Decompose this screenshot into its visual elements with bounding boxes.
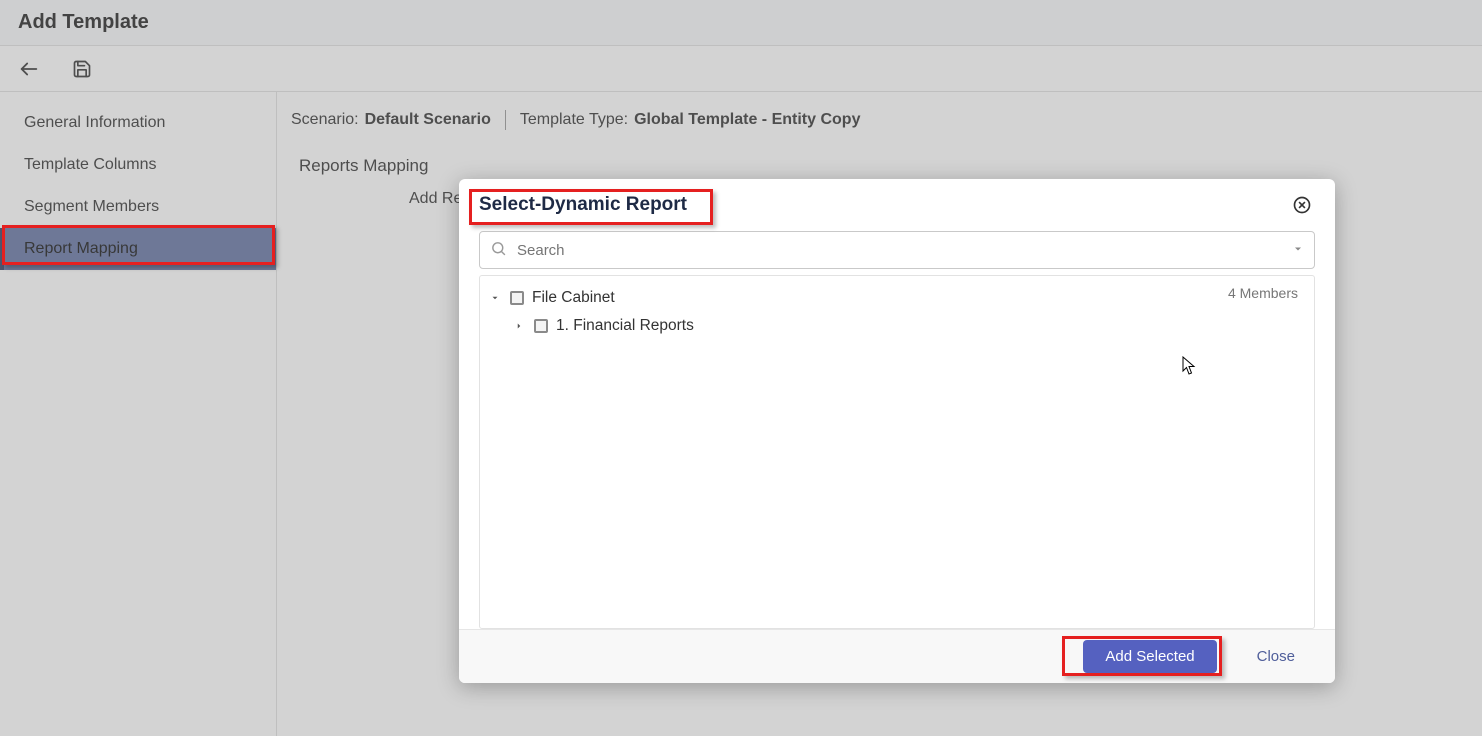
checkbox[interactable] [510, 291, 524, 305]
sidebar-item-report-mapping[interactable]: Report Mapping [0, 228, 276, 270]
member-count: 4 Members [1228, 285, 1298, 301]
sidebar: General Information Template Columns Seg… [0, 92, 277, 736]
modal-close-button[interactable] [1291, 194, 1313, 216]
tree-row-financial-reports[interactable]: 1. Financial Reports [484, 312, 1304, 340]
tree-row-label: 1. Financial Reports [556, 317, 694, 335]
page-header: Add Template [0, 0, 1482, 46]
template-type-label: Template Type: [520, 111, 628, 129]
sidebar-item-label: General Information [24, 114, 165, 132]
chevron-down-icon[interactable] [1292, 242, 1304, 259]
select-dynamic-report-modal: Select-Dynamic Report 4 Members File Cab… [459, 179, 1335, 683]
chevron-down-icon[interactable] [488, 293, 502, 303]
tree-panel: 4 Members File Cabinet 1. Financial Repo… [479, 275, 1315, 629]
page-title: Add Template [18, 11, 149, 34]
close-button[interactable]: Close [1251, 647, 1301, 666]
save-icon[interactable] [72, 59, 92, 79]
back-icon[interactable] [18, 58, 40, 80]
chevron-right-icon[interactable] [512, 321, 526, 331]
modal-title: Select-Dynamic Report [479, 194, 687, 216]
sidebar-item-label: Template Columns [24, 156, 157, 174]
scenario-label: Scenario: [291, 111, 359, 129]
sidebar-item-label: Segment Members [24, 198, 159, 216]
separator [505, 110, 506, 130]
search-field[interactable] [479, 231, 1315, 269]
tree-row-file-cabinet[interactable]: File Cabinet [484, 284, 1304, 312]
search-icon [490, 240, 507, 261]
template-type-value: Global Template - Entity Copy [634, 111, 860, 129]
sidebar-item-segment-members[interactable]: Segment Members [0, 186, 276, 228]
sidebar-item-general-information[interactable]: General Information [0, 102, 276, 144]
scenario-value: Default Scenario [365, 111, 491, 129]
modal-footer: Add Selected Close [459, 629, 1335, 683]
toolbar [0, 46, 1482, 92]
section-title: Reports Mapping [299, 156, 1468, 176]
search-input[interactable] [515, 241, 1286, 260]
tree-row-label: File Cabinet [532, 289, 615, 307]
sidebar-item-template-columns[interactable]: Template Columns [0, 144, 276, 186]
checkbox[interactable] [534, 319, 548, 333]
meta-row: Scenario: Default Scenario Template Type… [291, 110, 1468, 130]
add-selected-button[interactable]: Add Selected [1083, 640, 1216, 673]
sidebar-item-label: Report Mapping [24, 240, 138, 258]
